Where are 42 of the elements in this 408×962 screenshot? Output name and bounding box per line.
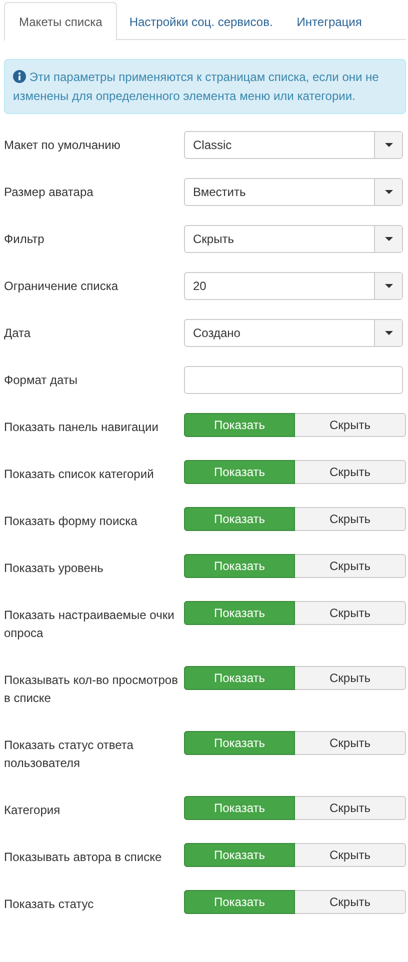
tab[interactable]: Макеты списка [4, 2, 118, 41]
caret-icon [384, 331, 392, 335]
field-label: Макет по умолчанию [4, 137, 122, 154]
field-label: Показать уровень [4, 560, 104, 577]
caret-icon [384, 284, 392, 288]
field-label: Показать панель навигации [4, 419, 160, 436]
field-label: Показывать кол-во просмотров в списке [4, 672, 179, 707]
input-field[interactable] [184, 366, 403, 394]
select-field[interactable]: Classic [184, 131, 403, 159]
toggle-option[interactable]: Скрыть [295, 507, 406, 531]
field-label: Показать статус [4, 896, 95, 913]
toggle-option[interactable]: Скрыть [295, 843, 406, 867]
field-label: Показывать автора в списке [4, 849, 163, 866]
caret-icon [384, 237, 392, 241]
toggle-option[interactable]: Скрыть [295, 666, 406, 690]
field-label: Размер аватара [4, 184, 94, 201]
toggle-option[interactable]: Скрыть [295, 554, 406, 578]
toggle-option[interactable]: Скрыть [295, 460, 406, 484]
field-label: Показать форму поиска [4, 513, 138, 530]
toggle-option[interactable]: Скрыть [295, 796, 406, 820]
tab[interactable]: Интеграция [284, 2, 374, 41]
select-field[interactable]: Создано [184, 319, 403, 347]
field-label: Показать список категорий [4, 466, 155, 483]
toggle-option[interactable]: Скрыть [295, 413, 406, 437]
info-icon [13, 70, 26, 83]
field-label: Формат даты [4, 372, 78, 389]
toggle-option[interactable]: Скрыть [295, 731, 406, 755]
select-field[interactable]: Скрыть [184, 225, 403, 253]
field-label: Показать статус ответа пользователя [4, 737, 134, 772]
field-label: Ограничение списка [4, 278, 120, 295]
toggle-option[interactable]: Скрыть [295, 890, 406, 914]
field-label: Категория [4, 802, 62, 819]
select-field[interactable]: 20 [184, 272, 403, 300]
info-text: Эти параметры применяются к страницам списка, если они не изменены для определенного элемента меню или категории. [13, 69, 380, 105]
tab[interactable]: Настройки соц. сервисов. [117, 2, 285, 41]
field-label: Дата [4, 325, 32, 342]
field-label: Показать настраиваемые очки опроса [4, 607, 176, 642]
select-field[interactable]: Вместить [184, 178, 403, 206]
toggle-option[interactable]: Скрыть [295, 601, 406, 625]
field-label: Фильтр [4, 231, 46, 248]
caret-icon [384, 143, 392, 147]
caret-icon [384, 190, 392, 194]
